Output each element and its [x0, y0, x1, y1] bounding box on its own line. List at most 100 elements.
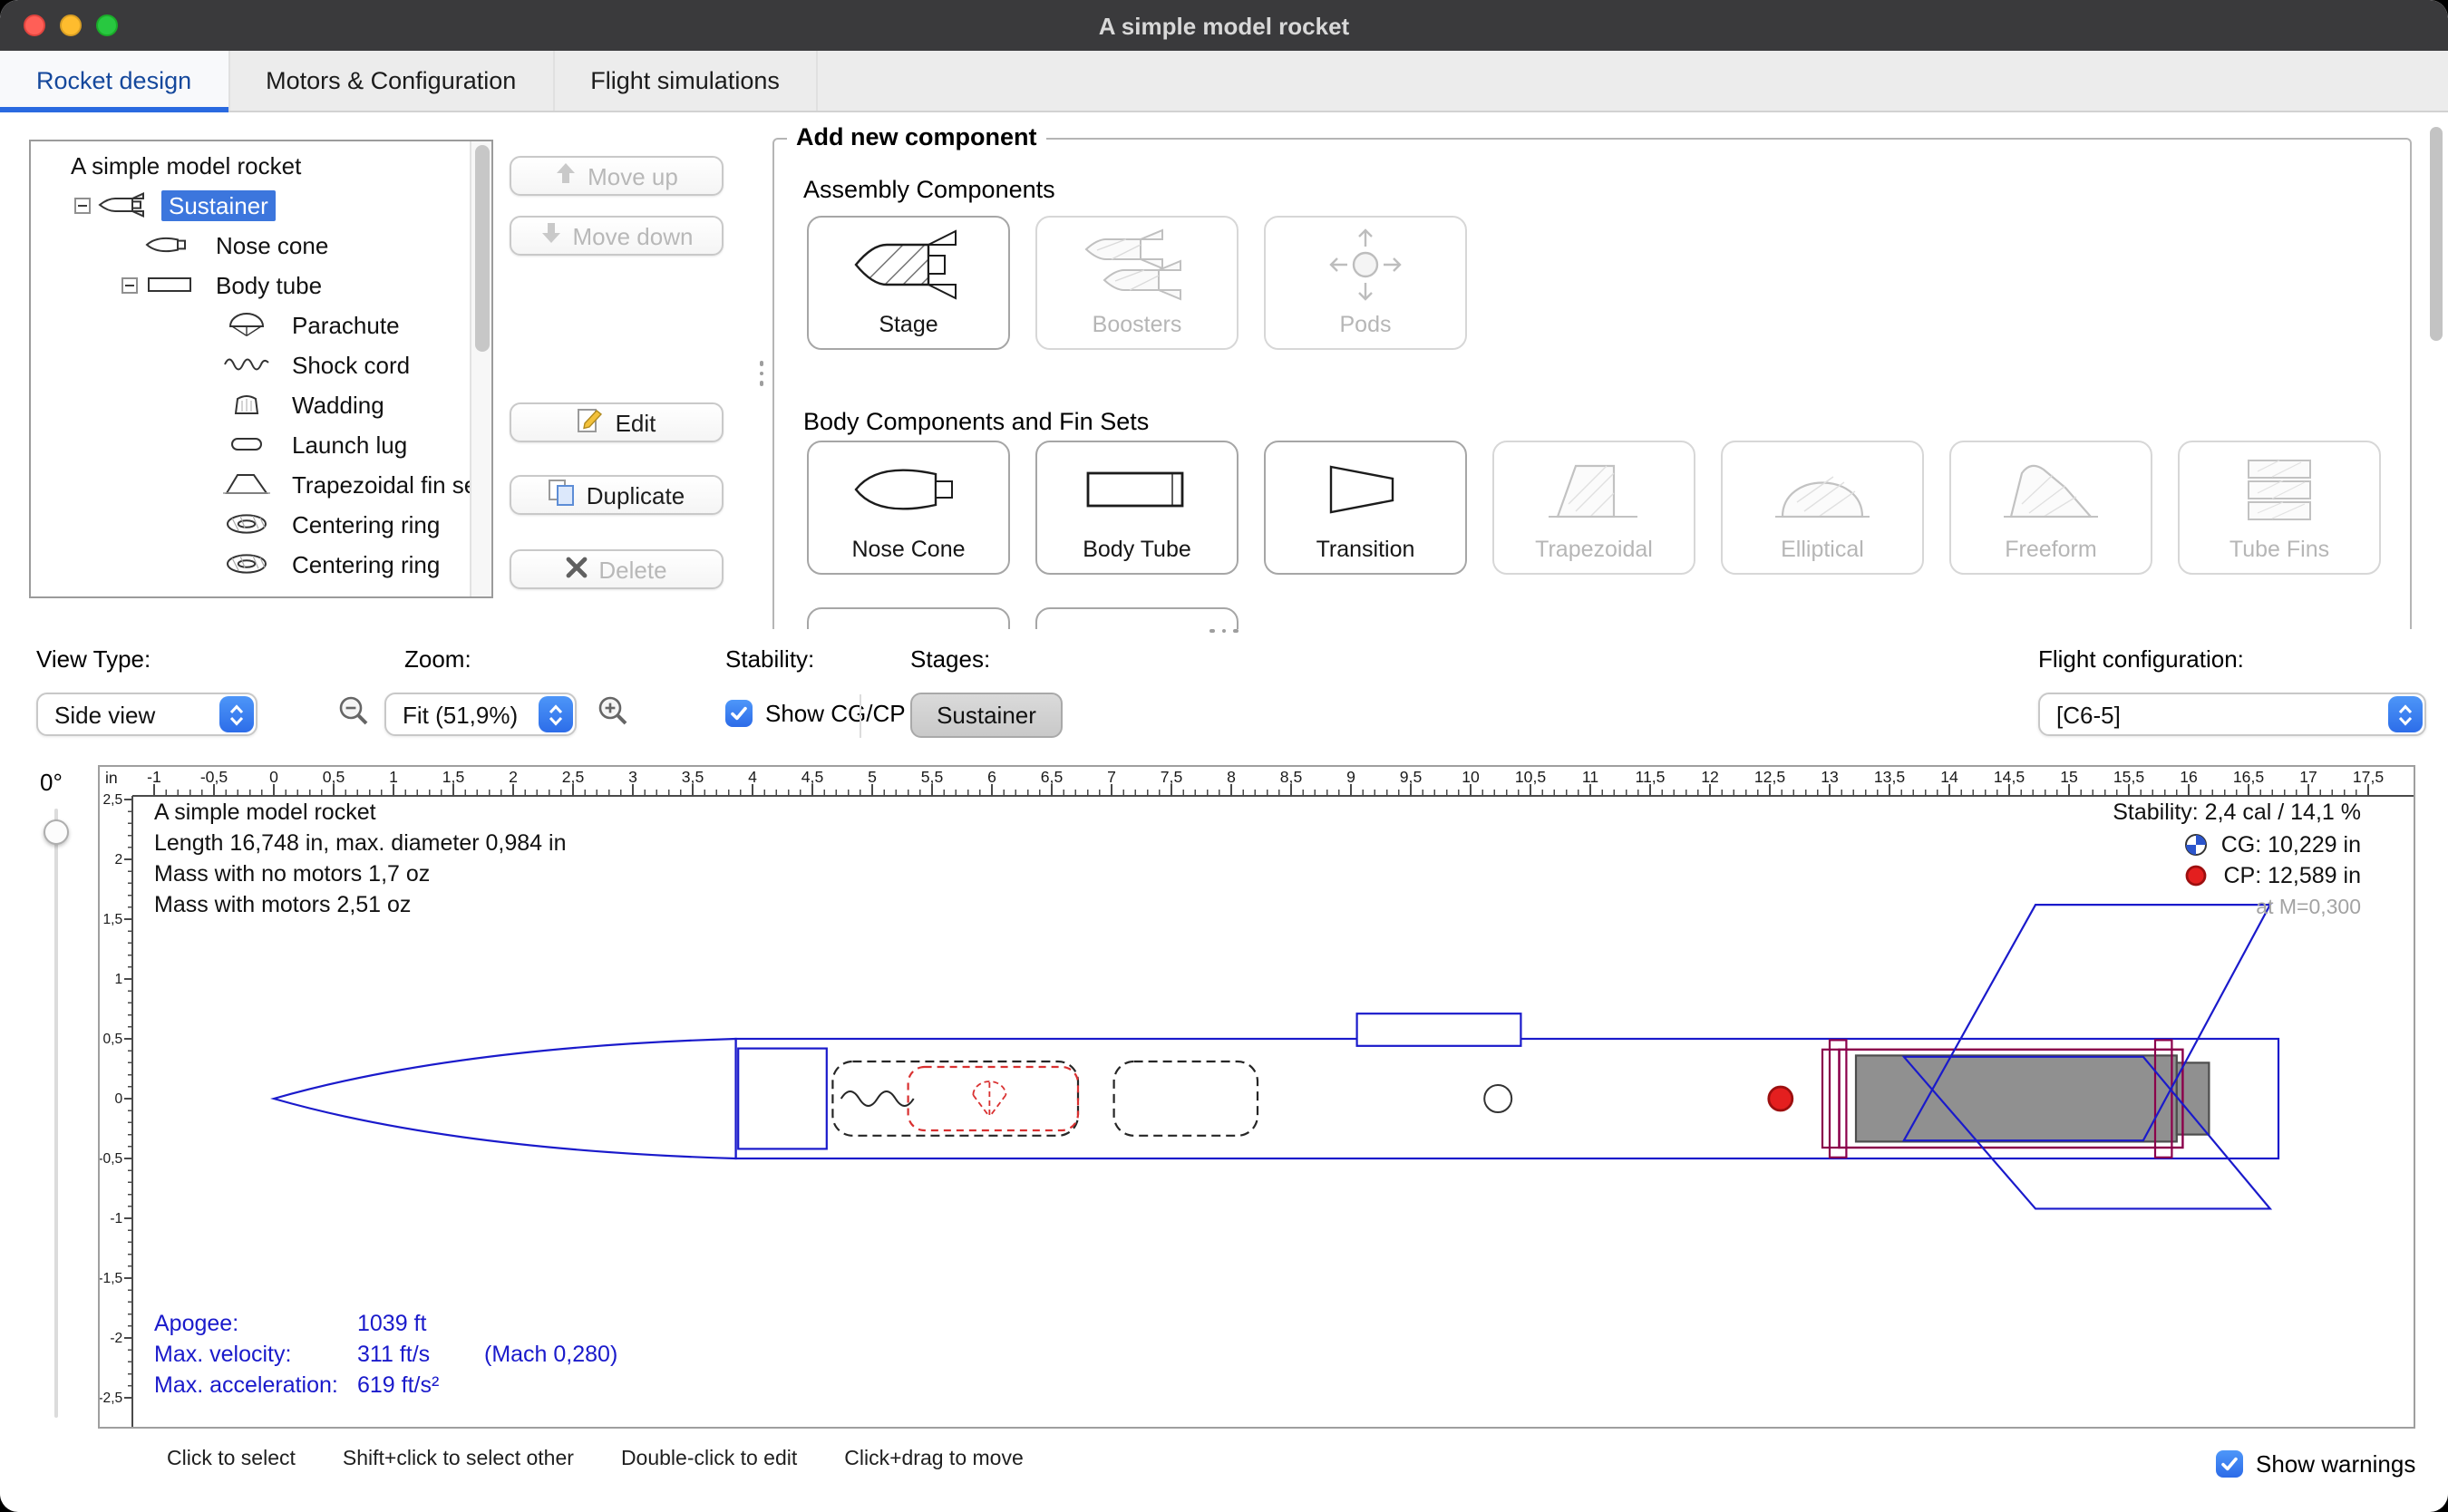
show-cgcp-checkbox[interactable]: Show CG/CP [725, 700, 906, 727]
expand-collapse-toggle[interactable] [121, 276, 143, 293]
tree-item-a-simple-model-rocket[interactable]: A simple model rocket [31, 145, 470, 185]
tree-item-sustainer[interactable]: Sustainer [31, 185, 470, 225]
svg-text:-1: -1 [110, 1211, 122, 1226]
rocket-diagram-svg[interactable]: -1-0,500,511,522,533,544,555,566,577,588… [100, 767, 2414, 1427]
zoom-in-button[interactable] [595, 696, 631, 732]
tab-motors-configuration[interactable]: Motors & Configuration [229, 51, 554, 111]
stage-icon [809, 225, 1008, 305]
vertical-splitter[interactable] [753, 352, 771, 395]
svg-text:Length 16,748 in, max. diamete: Length 16,748 in, max. diameter 0,984 in [154, 830, 566, 856]
svg-text:11,5: 11,5 [1636, 768, 1666, 786]
hint-text: Double-click to edit [621, 1449, 797, 1470]
svg-text:Max. acceleration:: Max. acceleration: [154, 1372, 338, 1398]
zoom-window-button[interactable] [96, 15, 118, 36]
arrow-up-icon [555, 161, 577, 190]
tree-item-partial[interactable] [31, 584, 470, 598]
duplicate-button[interactable]: Duplicate [510, 475, 724, 515]
svg-text:4,5: 4,5 [801, 768, 824, 786]
svg-text:17: 17 [2299, 768, 2317, 786]
component-card-label: Body Tube [1083, 537, 1191, 562]
svg-text:Mass with no motors 1,7 oz: Mass with no motors 1,7 oz [154, 861, 430, 887]
svg-text:0,5: 0,5 [323, 768, 345, 786]
svg-text:11: 11 [1582, 768, 1598, 786]
svg-text:16: 16 [2180, 768, 2198, 786]
component-card-stage[interactable]: Stage [807, 216, 1010, 350]
svg-text:-0,5: -0,5 [200, 768, 228, 786]
rocket-diagram[interactable]: -1-0,500,511,522,533,544,555,566,577,588… [98, 765, 2415, 1429]
tree-item-label: Sustainer [161, 189, 276, 220]
tab-flight-simulations[interactable]: Flight simulations [554, 51, 818, 111]
view-type-select[interactable]: Side view [36, 693, 257, 736]
stage-toggle-sustainer[interactable]: Sustainer [910, 693, 1063, 738]
component-card-boosters: Boosters [1035, 216, 1239, 350]
show-cgcp-label: Show CG/CP [765, 700, 906, 727]
toolbar-divider [860, 694, 861, 738]
minimize-button[interactable] [60, 15, 82, 36]
zoom-out-button[interactable] [335, 696, 372, 732]
component-card-label: Boosters [1093, 312, 1182, 337]
tree-item-centering-ring[interactable]: Centering ring [31, 544, 470, 584]
rotation-slider-track[interactable] [54, 809, 58, 1418]
tree-item-centering-ring[interactable]: Centering ring [31, 504, 470, 544]
delete-x-icon [566, 556, 588, 583]
checkbox-checked-icon [725, 700, 753, 727]
freeform-icon [1951, 450, 2151, 529]
zoom-select[interactable]: Fit (51,9%) [384, 693, 577, 736]
component-card-body-tube[interactable]: Body Tube [1035, 441, 1239, 575]
component-card-nose-cone[interactable]: Nose Cone [807, 441, 1010, 575]
svg-text:3: 3 [628, 768, 637, 786]
component-card-tube-fins: Tube Fins [2178, 441, 2381, 575]
svg-text:12,5: 12,5 [1754, 768, 1785, 786]
tree-item-trapezoidal-fin-set[interactable]: Trapezoidal fin set [31, 464, 470, 504]
svg-text:-2,5: -2,5 [100, 1391, 123, 1406]
svg-text:Stability: 2,4 cal / 14,1 %: Stability: 2,4 cal / 14,1 % [2113, 800, 2361, 825]
diagram-canvas[interactable]: -1-0,500,511,522,533,544,555,566,577,588… [100, 767, 2414, 1429]
svg-text:Apogee:: Apogee: [154, 1311, 238, 1336]
component-card-transition[interactable]: Transition [1264, 441, 1467, 575]
elliptical-icon [1723, 450, 1922, 529]
tree-item-label: Shock cord [285, 349, 417, 380]
tree-item-wadding[interactable]: Wadding [31, 384, 470, 424]
svg-text:8: 8 [1227, 768, 1236, 786]
parachute-icon [219, 312, 274, 337]
tree-item-parachute[interactable]: Parachute [31, 305, 470, 344]
svg-text:-2: -2 [110, 1331, 122, 1346]
edit-label: Edit [616, 409, 656, 436]
svg-text:5: 5 [868, 768, 877, 786]
tree-scrollbar[interactable] [470, 141, 491, 596]
hint-text: Click to select [167, 1449, 296, 1470]
tree-item-launch-lug[interactable]: Launch lug [31, 424, 470, 464]
tree-item-body-tube[interactable]: Body tube [31, 265, 470, 305]
flight-configuration-select[interactable]: [C6-5] [2038, 693, 2426, 736]
dropdown-arrows-icon [538, 696, 572, 732]
panel-scrollbar-thumb[interactable] [2430, 127, 2443, 341]
expand-collapse-toggle[interactable] [74, 197, 96, 213]
component-card-label: Freeform [2005, 537, 2096, 562]
tab-rocket-design[interactable]: Rocket design [0, 51, 229, 111]
hint-text: Shift+click to select other [343, 1449, 574, 1470]
tree-item-label: Parachute [285, 309, 407, 340]
delete-label: Delete [598, 556, 666, 583]
nosecone-icon [143, 232, 198, 257]
show-warnings-checkbox[interactable]: Show warnings [2216, 1450, 2415, 1478]
bodytube-icon [1037, 450, 1237, 529]
horizontal-splitter[interactable] [0, 624, 2448, 638]
svg-text:7,5: 7,5 [1161, 768, 1183, 786]
close-button[interactable] [24, 15, 45, 36]
rotation-slider-knob[interactable] [44, 819, 69, 845]
wadding-icon [219, 392, 274, 417]
svg-text:15,5: 15,5 [2113, 768, 2144, 786]
panel-scrollbar[interactable] [2430, 116, 2444, 625]
tree-item-nose-cone[interactable]: Nose cone [31, 225, 470, 265]
window-title: A simple model rocket [1099, 12, 1349, 39]
move-up-button[interactable]: Move up [510, 156, 724, 196]
edit-button[interactable]: Edit [510, 402, 724, 442]
svg-text:4: 4 [748, 768, 757, 786]
svg-text:(Mach 0,280): (Mach 0,280) [484, 1342, 617, 1367]
centeringring-icon [219, 511, 274, 537]
tree-scrollbar-thumb[interactable] [474, 145, 489, 352]
delete-button[interactable]: Delete [510, 549, 724, 589]
component-card-label: Trapezoidal [1535, 537, 1653, 562]
move-down-button[interactable]: Move down [510, 216, 724, 256]
tree-item-shock-cord[interactable]: Shock cord [31, 344, 470, 384]
